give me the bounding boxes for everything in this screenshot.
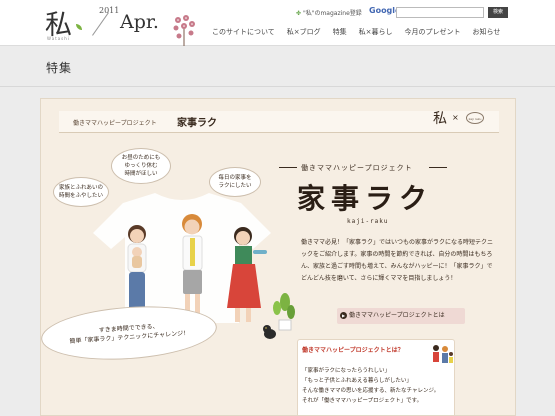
nav-about[interactable]: このサイトについて (212, 27, 275, 37)
divider (92, 12, 109, 36)
arrow-icon: ▶ (340, 312, 347, 319)
brand-logo: 私 (433, 111, 447, 127)
feature-title: 家事ラク (297, 182, 434, 215)
divider (429, 167, 447, 168)
speech-bubble: お昼のためにも ゆっくり休む 時間がほしい (111, 148, 171, 184)
issue-year: 2011 (99, 6, 120, 15)
family-icon (433, 345, 453, 363)
card-line: そんな働きママの思いを応援する、新たなチャレンジ。 (302, 388, 440, 394)
card-line: 「家事がラクになったらうれしい」 (302, 368, 391, 374)
clover-icon: ✤ (296, 10, 303, 17)
divider (279, 167, 297, 168)
site-header: 私 Watashi 2011 Apr. ✤ "私"のmagazine登録 Goo… (0, 0, 555, 46)
page: 私 Watashi 2011 Apr. ✤ "私"のmagazine登録 Goo… (0, 0, 555, 416)
feature-description: 働きママ必見！「家事ラク」ではいつもの家事がラクになる時短テクニックをご紹介しま… (301, 239, 494, 282)
card-line: 「もっと子供とふれあえる暮らしがしたい」 (302, 378, 412, 384)
nav-blog[interactable]: 私×ブログ (287, 27, 321, 37)
search-input[interactable] (396, 7, 484, 18)
flower-icon (173, 15, 195, 46)
panel-header: 働きママハッピープロジェクト 家事ラク 私 × kaji raku (59, 111, 499, 133)
main-nav: このサイトについて 私×ブログ 特集 私×暮らし 今月のプレゼント お知らせ (212, 27, 500, 37)
about-project-button[interactable]: ▶ 働きママハッピープロジェクトとは (337, 308, 465, 324)
speech-bubble: 家族とふれあいの 時間をふやしたい (53, 177, 109, 207)
logo-subtitle: Watashi (47, 36, 70, 41)
page-title: 特集 (46, 61, 73, 75)
panel-header-title: 家事ラク (177, 118, 217, 129)
card-title: 働きママハッピープロジェクトとは？ (302, 347, 404, 354)
card-line: それが「働きママハッピープロジェクト」です。 (302, 398, 423, 404)
brand-badge: kaji raku (466, 112, 484, 124)
magazine-register-link[interactable]: ✤ "私"のmagazine登録 (296, 8, 362, 17)
feature-panel: 働きママハッピープロジェクト 家事ラク 私 × kaji raku お昼のために… (40, 98, 516, 416)
nav-feature[interactable]: 特集 (333, 27, 347, 37)
leaf-icon (76, 24, 82, 30)
nav-present[interactable]: 今月のプレゼント (405, 27, 461, 37)
feature-romaji: kaji-raku (347, 218, 389, 225)
panel-header-sub: 働きママハッピープロジェクト (73, 120, 157, 127)
issue-month: Apr. (120, 11, 159, 33)
project-label: 働きママハッピープロジェクト (301, 164, 413, 172)
challenge-bubble: すきま時間でできる、 簡単「家事ラク」テクニックにチャレンジ！ (41, 300, 219, 366)
search-button[interactable]: 検索 (488, 7, 508, 18)
brand-x: × (452, 113, 459, 122)
project-info-card: 働きママハッピープロジェクトとは？ 「家事がラクになったらうれしい」 「もっと子… (297, 339, 455, 415)
divider (0, 86, 555, 87)
nav-life[interactable]: 私×暮らし (359, 27, 393, 37)
nav-news[interactable]: お知らせ (473, 27, 501, 37)
speech-bubble: 毎日の家事を ラクにしたい (209, 167, 261, 197)
